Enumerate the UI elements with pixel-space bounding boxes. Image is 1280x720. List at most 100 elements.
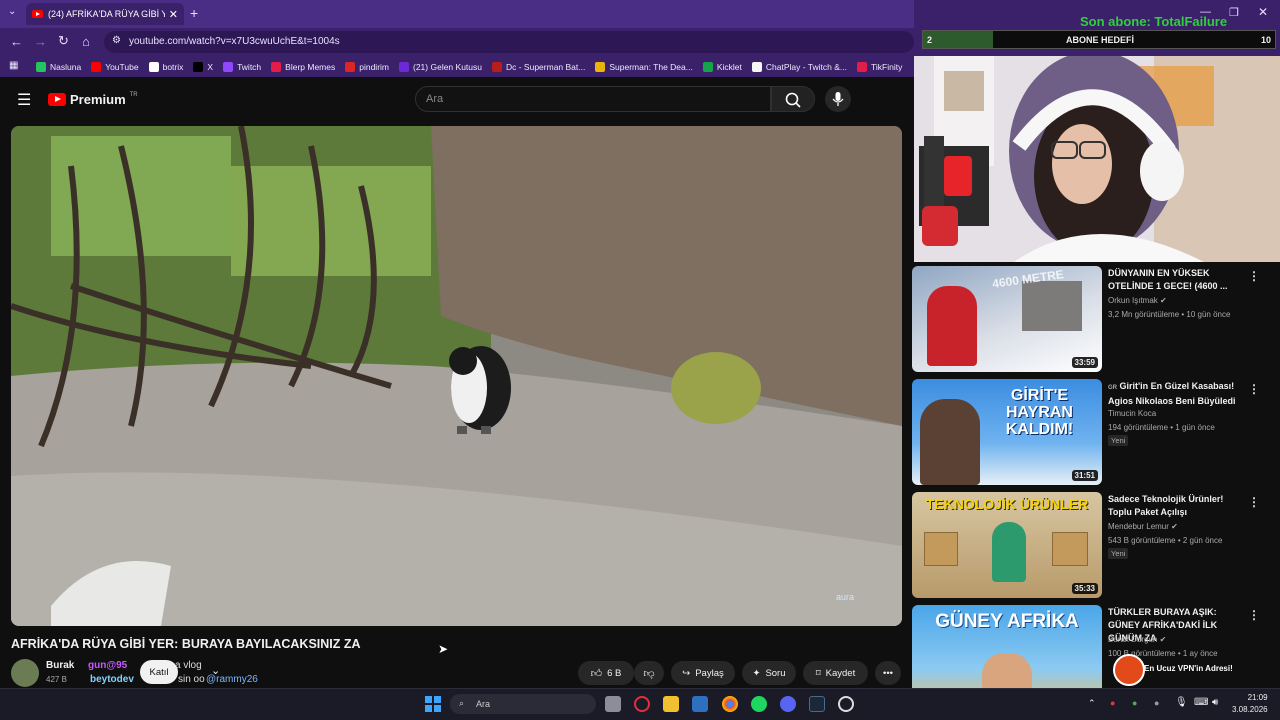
app-icon[interactable]	[692, 696, 708, 712]
channel-avatar[interactable]	[11, 659, 39, 687]
taskbar-search[interactable]: ⌕ Ara	[450, 694, 596, 714]
recommended-channel[interactable]: Burak Durgun ✔	[1108, 635, 1166, 644]
video-thumbnail[interactable]: 4600 METRE 33:59	[912, 266, 1102, 372]
bookmark-item[interactable]: pindirim	[345, 61, 389, 72]
chevron-down-icon[interactable]: ⌄	[211, 664, 220, 677]
video-watermark: aura	[835, 592, 854, 602]
new-tab-icon[interactable]: +	[190, 5, 198, 21]
more-options-icon[interactable]: ⋮	[1248, 495, 1260, 509]
microphone-tray-icon[interactable]: 🎙︎	[1175, 697, 1188, 708]
like-button[interactable]: 👍︎ 6 B	[578, 661, 634, 685]
share-label: Paylaş	[695, 667, 724, 679]
home-icon[interactable]: ⌂	[82, 34, 90, 49]
browser-tab-active[interactable]: (24) AFRİKA'DA RÜYA GİBİ YER: BU ✕	[26, 3, 184, 25]
recommended-title[interactable]: GR Girit'in En Güzel Kasabası! Agios Nik…	[1108, 380, 1248, 408]
bookmark-item[interactable]: Blerp Memes	[271, 61, 336, 72]
network-icon[interactable]: ⌨	[1194, 697, 1208, 708]
youtube-logo[interactable]: Premium TR	[48, 92, 138, 107]
bookmark-favicon-icon	[91, 61, 102, 72]
bookmark-item[interactable]: Kicklet	[702, 61, 742, 72]
video-thumbnail[interactable]: GİRİT'E HAYRAN KALDIM! 31:51	[912, 379, 1102, 485]
close-window-icon[interactable]: ✕	[1258, 5, 1268, 19]
volume-icon[interactable]: 🔊︎	[1212, 697, 1218, 708]
recommended-channel[interactable]: Mendebur Lemur ✔	[1108, 522, 1178, 531]
spotify-icon[interactable]	[751, 696, 767, 712]
video-thumbnail[interactable]: TEKNOLOJİK ÜRÜNLER 35:33	[912, 492, 1102, 598]
system-clock[interactable]: 21:09 3.08.2026	[1232, 692, 1268, 716]
bookmark-item[interactable]: ChatPlay - Twitch &...	[751, 61, 847, 72]
more-options-icon[interactable]: ⋮	[1248, 269, 1260, 283]
recommended-video[interactable]: TEKNOLOJİK ÜRÜNLER 35:33 Sadece Teknoloj…	[912, 492, 1280, 598]
bookmark-item[interactable]: YouTube	[91, 61, 139, 72]
more-options-icon[interactable]: ⋮	[1248, 608, 1260, 622]
steam-icon[interactable]	[809, 696, 825, 712]
search-input[interactable]: Ara	[415, 86, 771, 112]
recommended-video[interactable]: 4600 METRE 33:59 DÜNYANIN EN YÜKSEK OTEL…	[912, 266, 1280, 372]
voice-search-button[interactable]	[825, 86, 851, 112]
apps-grid-icon[interactable]: ▦	[9, 60, 18, 71]
tray-chevron-icon[interactable]: ⌃	[1088, 698, 1096, 709]
search-button[interactable]	[771, 86, 815, 112]
save-button[interactable]: ⌑ Kaydet	[803, 661, 868, 685]
task-view-icon[interactable]	[605, 696, 621, 712]
share-icon: ↪	[682, 667, 691, 679]
channel-name[interactable]: Burak	[46, 660, 74, 671]
video-player[interactable]: aura	[11, 126, 902, 626]
app-icon[interactable]	[838, 696, 854, 712]
video-thumbnail[interactable]: GÜNEY AFRİKA	[912, 605, 1102, 688]
join-button[interactable]: Katıl	[140, 660, 178, 684]
bookmark-favicon-icon	[399, 61, 409, 72]
bookmark-label: Blerp Memes	[285, 61, 336, 72]
bookmark-item[interactable]: Dc - Superman Bat...	[491, 61, 585, 72]
tray-app-icon[interactable]: ●	[1132, 698, 1137, 708]
share-button[interactable]: ↪ Paylaş	[671, 661, 735, 685]
bookmark-item[interactable]: botrix	[148, 61, 183, 72]
recommended-meta: 3,2 Mn görüntüleme • 10 gün önce	[1108, 310, 1231, 319]
tab-list-icon[interactable]: ⌄	[8, 6, 16, 17]
bookmark-favicon-icon	[148, 61, 159, 72]
recommended-channel[interactable]: Timucin Koca	[1108, 409, 1156, 418]
minimize-icon[interactable]: —	[1200, 6, 1211, 18]
discord-icon[interactable]	[780, 696, 796, 712]
forward-icon[interactable]: →	[34, 34, 47, 49]
close-tab-icon[interactable]: ✕	[169, 8, 178, 21]
bookmark-label: pindirim	[359, 61, 389, 72]
ask-button[interactable]: ✦ Soru	[742, 661, 796, 685]
reload-icon[interactable]: ↻	[58, 33, 69, 49]
channel-name: Orkun Işıtmak	[1108, 296, 1158, 305]
promo-text: En Ucuz VPN'in Adresi!	[1144, 664, 1233, 673]
bookmark-item[interactable]: Nasluna	[36, 61, 81, 72]
bookmark-item[interactable]: Superman: The Dea...	[595, 61, 693, 72]
more-actions-button[interactable]: •••	[875, 661, 901, 685]
tray-app-icon[interactable]: ●	[1154, 698, 1159, 708]
back-icon[interactable]: ←	[10, 34, 23, 49]
more-options-icon[interactable]: ⋮	[1248, 382, 1260, 396]
site-info-icon[interactable]: ⚙	[112, 35, 121, 46]
video-duration: 33:59	[1071, 357, 1098, 368]
bookmarks-bar: ▦ Nasluna YouTube botrix X Twitch Blerp Memes…	[0, 56, 914, 77]
bookmark-item[interactable]: X	[193, 61, 213, 72]
youtube-play-icon	[48, 93, 66, 106]
bookmark-favicon-icon	[702, 61, 713, 72]
url-field[interactable]: ⚙ youtube.com/watch?v=x7U3cwuUchE&t=1004…	[104, 31, 914, 53]
chrome-icon[interactable]	[722, 696, 738, 712]
logo-text: Premium	[70, 92, 126, 107]
dislike-button[interactable]: 👎︎	[634, 661, 664, 685]
tray-app-icon[interactable]: ●	[1110, 698, 1115, 708]
bookmark-item[interactable]: TikFinity	[857, 61, 902, 72]
menu-icon[interactable]: ☰	[17, 90, 31, 110]
recommended-title[interactable]: Sadece Teknolojik Ürünler! Toplu Paket A…	[1108, 493, 1248, 519]
windows-start-icon[interactable]	[425, 696, 441, 712]
recommended-channel[interactable]: Orkun Işıtmak ✔	[1108, 296, 1167, 305]
bookmark-item[interactable]: Twitch	[223, 61, 261, 72]
recommended-video[interactable]: GİRİT'E HAYRAN KALDIM! 31:51 GR Girit'in…	[912, 379, 1280, 485]
file-explorer-icon[interactable]	[663, 696, 679, 712]
thumbs-up-icon: 👍︎	[590, 667, 603, 680]
bookmark-item[interactable]: (21) Gelen Kutusu	[399, 61, 482, 72]
maximize-icon[interactable]: ❐	[1229, 6, 1239, 19]
recommended-video[interactable]: GÜNEY AFRİKA TÜRKLER BURAYA AŞIK: GÜNEY …	[912, 605, 1280, 688]
opera-icon[interactable]	[634, 696, 650, 712]
chat-overlay-line-4: sin oo	[178, 674, 205, 685]
tab-title: (24) AFRİKA'DA RÜYA GİBİ YER: BU	[48, 9, 165, 19]
recommended-title[interactable]: DÜNYANIN EN YÜKSEK OTELİNDE 1 GECE! (460…	[1108, 267, 1248, 293]
